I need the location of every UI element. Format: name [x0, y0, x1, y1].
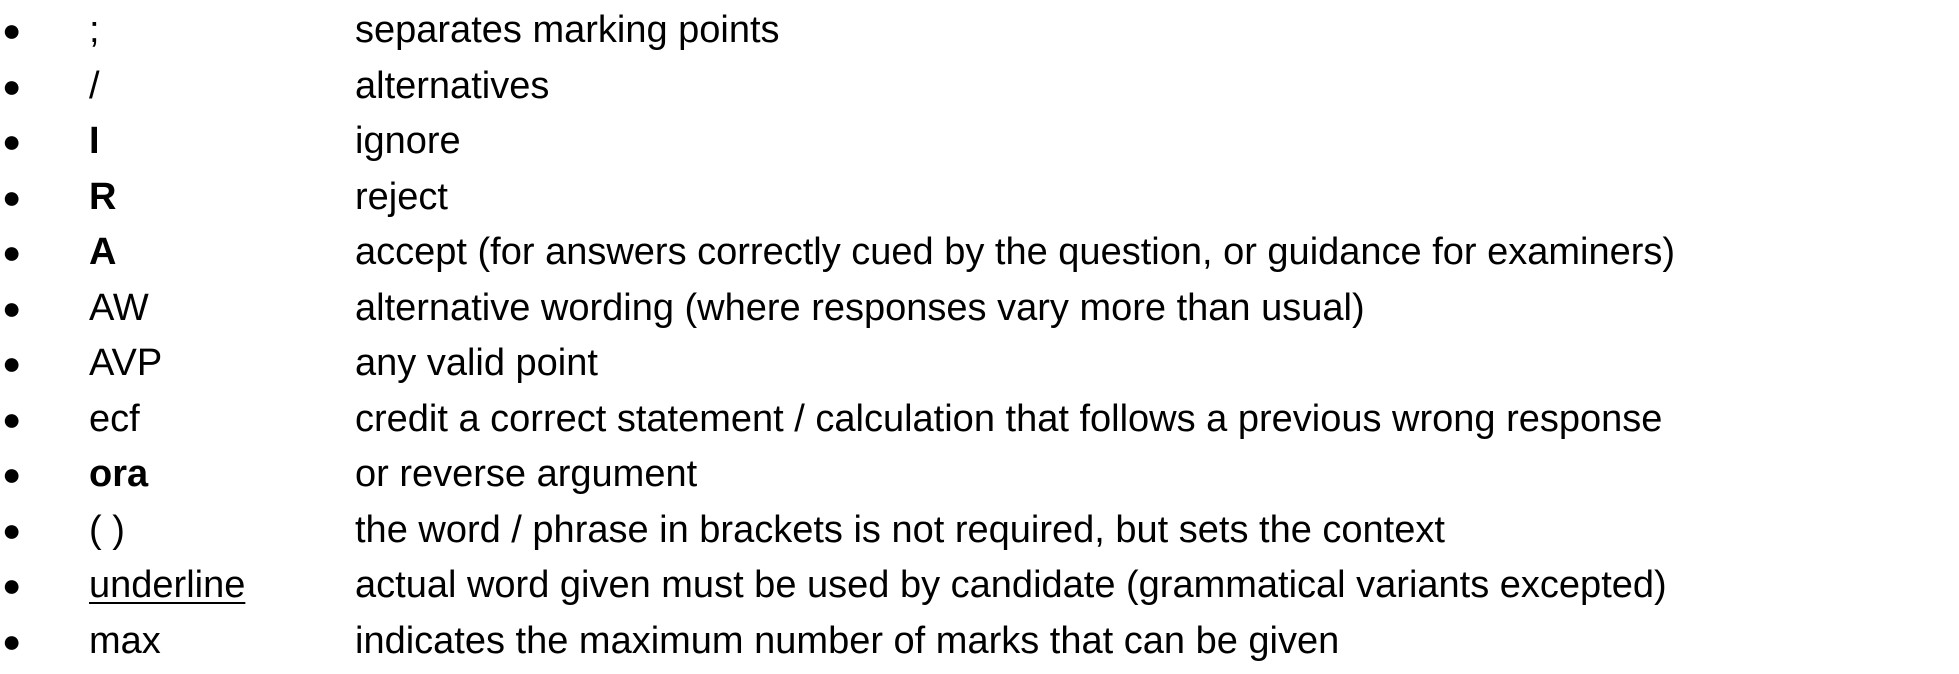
list-item: ● AW alternative wording (where response… — [0, 281, 1959, 337]
key-symbol: ( ) — [89, 508, 125, 551]
key-meaning: ignore — [355, 120, 461, 162]
list-item: ● I ignore — [0, 114, 1959, 170]
key-meaning: the word / phrase in brackets is not req… — [355, 508, 1445, 551]
key-symbol: R — [89, 175, 117, 218]
key-symbol: ; — [89, 9, 100, 51]
key-meaning: reject — [355, 175, 448, 218]
bullet-icon: ● — [2, 123, 22, 159]
key-symbol: / — [89, 64, 100, 107]
list-item: ● ora or reverse argument — [0, 447, 1959, 503]
bullet-icon: ● — [2, 622, 22, 659]
list-item: ● ( ) the word / phrase in brackets is n… — [0, 503, 1959, 559]
key-meaning: credit a correct statement / calculation… — [355, 397, 1663, 440]
list-item: ● A accept (for answers correctly cued b… — [0, 225, 1959, 281]
list-item: ● underline actual word given must be us… — [0, 558, 1959, 614]
bullet-icon: ● — [2, 567, 22, 603]
key-symbol: underline — [89, 564, 246, 606]
key-meaning: alternatives — [355, 64, 550, 107]
key-meaning: accept (for answers correctly cued by th… — [355, 231, 1676, 273]
bullet-icon: ● — [2, 345, 22, 381]
bullet-icon: ● — [2, 12, 22, 48]
bullet-icon: ● — [2, 178, 22, 215]
list-item: ● max indicates the maximum number of ma… — [0, 614, 1959, 670]
key-symbol: I — [89, 120, 100, 162]
key-symbol: AW — [89, 286, 149, 329]
key-symbol: A — [89, 231, 117, 273]
key-meaning: separates marking points — [355, 9, 780, 51]
key-meaning: or reverse argument — [355, 453, 698, 495]
key-symbol: ecf — [89, 397, 140, 440]
key-symbol: ora — [89, 453, 149, 495]
bullet-icon: ● — [2, 289, 22, 326]
list-item: ● AVP any valid point — [0, 336, 1959, 392]
bullet-icon: ● — [2, 511, 22, 548]
bullet-icon: ● — [2, 67, 22, 104]
key-meaning: indicates the maximum number of marks th… — [355, 619, 1340, 662]
list-item: ● R reject — [0, 170, 1959, 226]
key-meaning: actual word given must be used by candid… — [355, 564, 1667, 606]
key-meaning: any valid point — [355, 342, 598, 384]
bullet-icon: ● — [2, 234, 22, 270]
list-item: ● ; separates marking points — [0, 3, 1959, 59]
list-item: ● / alternatives — [0, 59, 1959, 115]
bullet-icon: ● — [2, 456, 22, 492]
bullet-icon: ● — [2, 400, 22, 437]
key-symbol: AVP — [89, 342, 163, 384]
key-meaning: alternative wording (where responses var… — [355, 286, 1365, 329]
key-symbol: max — [89, 619, 161, 662]
marking-key-list: ● ; separates marking points ● / alterna… — [0, 0, 1959, 669]
list-item: ● ecf credit a correct statement / calcu… — [0, 392, 1959, 448]
